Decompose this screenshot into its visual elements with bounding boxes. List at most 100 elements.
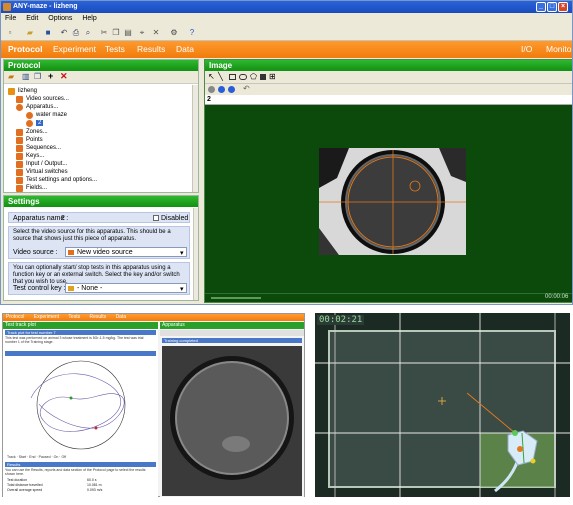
line-icon[interactable]: ╲ [218,72,223,81]
tab-tests[interactable]: Tests [68,314,80,320]
protocol-panel-header: Protocol [4,60,198,71]
timeline-bar: 00:00:06 [205,293,572,302]
minimize-button[interactable]: _ [536,2,546,12]
video-source-box: Select the video source for this apparat… [8,226,190,259]
tab-monitor[interactable]: Monitor [546,44,572,54]
tab-data[interactable]: Data [176,44,194,54]
protocol-tree: lizheng Video sources... Apparatus... wa… [4,85,192,193]
tree-item[interactable]: Fields... [26,185,47,191]
protocol-scrollbar[interactable] [192,85,198,192]
tree-item[interactable]: Keys... [26,153,44,159]
camera-frame [315,313,570,497]
grid-icon[interactable]: ⊞ [269,72,276,81]
camera-timestamp: 00:02:21 [317,315,365,325]
stop-icon[interactable] [218,86,225,93]
tree-item[interactable]: Input / Output... [26,161,67,167]
pointer-icon[interactable]: ↖ [208,72,215,81]
menu-options[interactable]: Options [48,15,72,22]
paste-icon[interactable]: ▤ [123,28,133,38]
page-icon[interactable]: ▥ [22,72,30,81]
test-control-select[interactable]: - None - ▾ [65,283,187,293]
copy-icon[interactable]: ❐ [111,28,121,38]
add-icon[interactable]: + [48,71,53,81]
plot-header-bar [5,351,156,356]
main-window: ANY-maze - lizheng _ □ × File Edit Optio… [0,0,573,305]
help-icon[interactable]: ? [187,28,197,38]
settings-panel: Settings Apparatus name : 2 Disabled Sel… [3,195,199,301]
results-description: You can use the Results, reports and dat… [5,468,146,476]
camera-view: 00:02:21 [315,313,570,497]
undo-icon[interactable]: ↶ [243,84,250,93]
tree-item[interactable]: Apparatus... [26,104,58,110]
delete-icon[interactable]: ✕ [151,28,161,38]
protocol-toolbar: ▰ ▥ ❐ + ✕ [4,71,198,84]
fill-icon[interactable] [260,74,266,80]
chevron-down-icon: ▾ [180,286,184,293]
settings-icon[interactable]: ⚙ [169,28,179,38]
tab-protocol[interactable]: Protocol [6,314,24,320]
save-icon[interactable]: ■ [43,28,53,38]
tree-item[interactable]: Virtual switches [26,169,68,175]
tree-item[interactable]: Sequences... [26,145,61,151]
tree-item[interactable]: Zones... [26,129,48,135]
tab-results[interactable]: Results [89,314,106,320]
copy-icon[interactable]: ❐ [34,72,41,81]
apparatus-name-value[interactable]: 2 [61,215,65,222]
tab-protocol[interactable]: Protocol [8,44,42,54]
find-icon[interactable]: ⌖ [137,28,147,38]
polygon-icon[interactable]: ⬠ [250,72,257,81]
tab-results[interactable]: Results [137,44,165,54]
apparatus-video [162,346,302,496]
pause-icon[interactable] [228,86,235,93]
open-icon[interactable]: ▰ [25,28,35,38]
live-video-frame [319,148,466,255]
track-nav-bar: Protocol Experiment Tests Results Data [3,314,304,321]
tab-experiment[interactable]: Experiment [53,44,96,54]
tree-item[interactable]: water maze [36,112,67,118]
print-icon[interactable]: ⎙ [71,28,81,38]
tree-item[interactable]: lizheng [18,88,37,94]
results-row: Overall average speed 0.093 m/s [7,488,103,492]
track-plot-window: Protocol Experiment Tests Results Data T… [2,313,305,497]
tab-experiment[interactable]: Experiment [34,314,59,320]
track-section-header: Track plot for test number 7 [5,330,156,335]
tab-tests[interactable]: Tests [105,44,125,54]
key-icon [68,286,74,291]
new-icon[interactable]: ▫ [5,28,15,38]
test-control-box: You can optionally start/ stop tests in … [8,262,190,295]
record-icon[interactable] [208,86,215,93]
apparatus-toolbar [160,330,304,336]
results-header: Results [5,462,156,467]
apparatus-title: Apparatus [160,322,304,329]
menu-file[interactable]: File [5,15,16,22]
rectangle-icon[interactable] [229,74,236,80]
track-plot-title: Test track plot [3,322,158,329]
disabled-checkbox[interactable] [153,215,159,221]
plot-legend: Track · Start · End · Paused · On · Off [7,455,67,459]
maximize-button[interactable]: □ [547,2,557,12]
maze-video [319,148,466,255]
preview-icon[interactable]: ⌕ [83,28,93,38]
video-source-select[interactable]: New video source ▾ [65,247,187,257]
tree-item[interactable]: Video sources... [26,96,69,102]
ellipse-icon[interactable] [239,74,247,80]
tree-item[interactable]: Test settings and options... [26,177,97,183]
tree-item[interactable]: Points [26,137,43,143]
tab-data[interactable]: Data [116,314,127,320]
window-title: ANY-maze - lizheng [13,3,78,10]
image-panel-header: Image [205,60,572,71]
close-button[interactable]: × [558,2,568,12]
protocol-panel: Protocol ▰ ▥ ❐ + ✕ lizheng Video sources… [3,59,199,193]
tab-io[interactable]: I/O [521,44,532,54]
folder-icon[interactable]: ▰ [8,72,14,81]
undo-icon[interactable]: ↶ [59,28,69,38]
drawing-toolbar: ↖ ╲ ⬠ ⊞ [205,71,572,83]
cut-icon[interactable]: ✂ [99,28,109,38]
delete-icon[interactable]: ✕ [60,71,68,82]
timeline-progress[interactable] [211,297,261,299]
menu-edit[interactable]: Edit [26,15,38,22]
tree-item-selected[interactable]: 2 [36,120,44,126]
settings-scrollbar[interactable] [193,208,198,300]
video-time: 00:00:06 [545,294,569,300]
menu-help[interactable]: Help [82,15,96,22]
